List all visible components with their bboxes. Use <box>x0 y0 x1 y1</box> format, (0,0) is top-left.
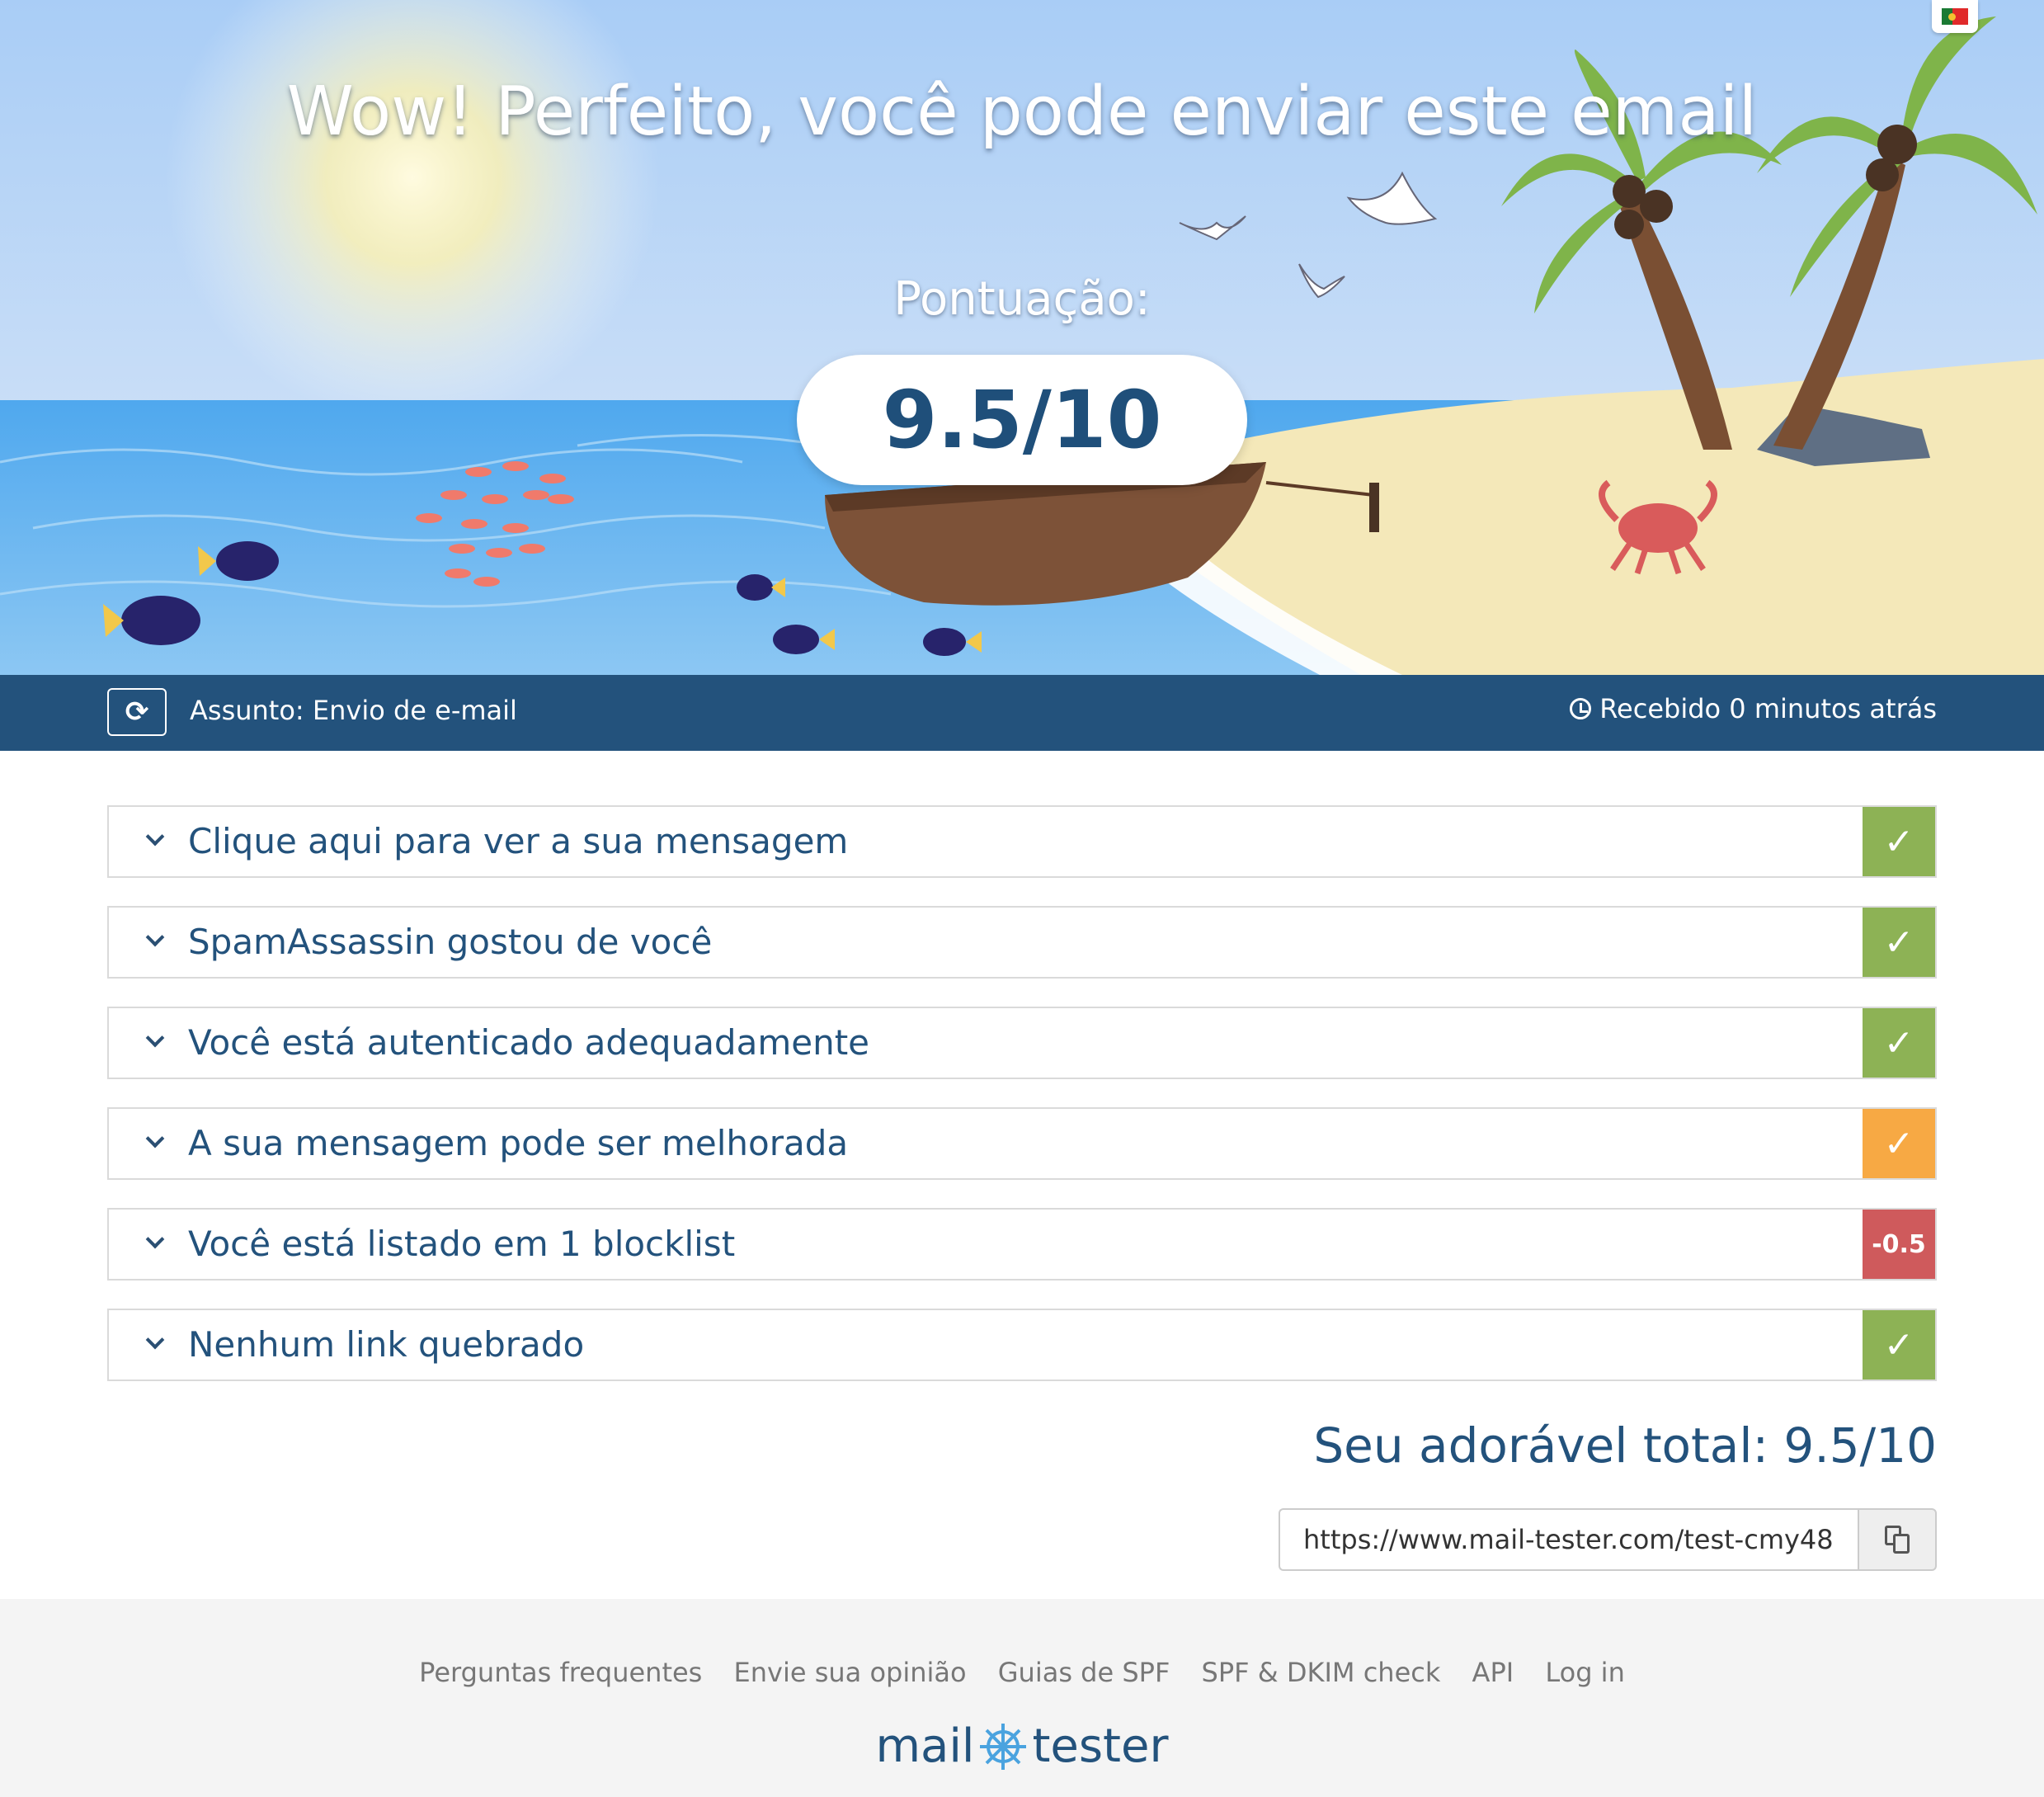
chevron-down-icon <box>145 827 165 847</box>
logo-text-mail: mail <box>875 1719 975 1773</box>
received-time: Recebido 0 minutos atrás <box>1570 693 1937 724</box>
check-badge: ✓ <box>1863 807 1935 876</box>
clock-icon <box>1570 698 1592 719</box>
copy-icon <box>1885 1526 1910 1554</box>
footer-link-api[interactable]: API <box>1472 1657 1514 1688</box>
footer: Perguntas frequentes Envie sua opinião G… <box>0 1599 2044 1797</box>
footer-links: Perguntas frequentes Envie sua opinião G… <box>0 1657 2044 1688</box>
footer-link-feedback[interactable]: Envie sua opinião <box>734 1657 967 1688</box>
check-badge: ✓ <box>1863 1310 1935 1380</box>
result-row-spamassassin[interactable]: SpamAssassin gostou de você ✓ <box>107 906 1937 979</box>
copy-url-button[interactable] <box>1858 1508 1937 1571</box>
mail-tester-logo[interactable]: mail tester <box>0 1719 2044 1773</box>
footer-link-spf-dkim-check[interactable]: SPF & DKIM check <box>1202 1657 1441 1688</box>
result-label: Você está listado em 1 blocklist <box>188 1224 736 1264</box>
received-label: Recebido 0 minutos atrás <box>1599 693 1937 724</box>
hero-title: Wow! Perfeito, você pode enviar este ema… <box>286 73 1758 151</box>
footer-link-spf-guides[interactable]: Guias de SPF <box>998 1657 1170 1688</box>
footer-link-faq[interactable]: Perguntas frequentes <box>419 1657 702 1688</box>
chevron-down-icon <box>145 1129 165 1148</box>
logo-text-tester: tester <box>1032 1719 1169 1773</box>
penalty-badge: -0.5 <box>1863 1210 1935 1279</box>
check-badge: ✓ <box>1863 1008 1935 1078</box>
portugal-flag-icon <box>1942 8 1968 25</box>
chevron-down-icon <box>145 1330 165 1350</box>
share-url-group <box>1279 1508 1937 1571</box>
refresh-icon: ⟳ <box>125 696 149 729</box>
result-row-blocklist[interactable]: Você está listado em 1 blocklist -0.5 <box>107 1208 1937 1281</box>
email-subject: Assunto: Envio de e-mail <box>190 695 517 726</box>
chevron-down-icon <box>145 1229 165 1249</box>
subject-bar: ⟳ Assunto: Envio de e-mail Recebido 0 mi… <box>0 675 2044 751</box>
result-row-authentication[interactable]: Você está autenticado adequadamente ✓ <box>107 1007 1937 1079</box>
result-label: Clique aqui para ver a sua mensagem <box>188 821 849 861</box>
result-row-links[interactable]: Nenhum link quebrado ✓ <box>107 1309 1937 1381</box>
result-label: A sua mensagem pode ser melhorada <box>188 1123 849 1163</box>
results-list: Clique aqui para ver a sua mensagem ✓ Sp… <box>107 805 1937 1409</box>
footer-link-login[interactable]: Log in <box>1545 1657 1625 1688</box>
check-badge: ✓ <box>1863 1109 1935 1178</box>
hero-banner: Wow! Perfeito, você pode enviar este ema… <box>0 0 2044 675</box>
chevron-down-icon <box>145 1028 165 1048</box>
refresh-button[interactable]: ⟳ <box>107 688 167 736</box>
chevron-down-icon <box>145 927 165 947</box>
result-row-message[interactable]: Clique aqui para ver a sua mensagem ✓ <box>107 805 1937 878</box>
language-selector[interactable] <box>1932 0 1978 33</box>
score-label: Pontuação: <box>893 272 1151 326</box>
result-label: Você está autenticado adequadamente <box>188 1022 870 1063</box>
share-url-input[interactable] <box>1279 1508 1858 1571</box>
total-score: Seu adorável total: 9.5/10 <box>1313 1417 1937 1474</box>
result-row-improvements[interactable]: A sua mensagem pode ser melhorada ✓ <box>107 1107 1937 1180</box>
ship-wheel-icon <box>980 1723 1027 1770</box>
result-label: SpamAssassin gostou de você <box>188 922 713 962</box>
result-label: Nenhum link quebrado <box>188 1324 585 1365</box>
score-display: 9.5/10 <box>797 355 1247 485</box>
check-badge: ✓ <box>1863 908 1935 977</box>
